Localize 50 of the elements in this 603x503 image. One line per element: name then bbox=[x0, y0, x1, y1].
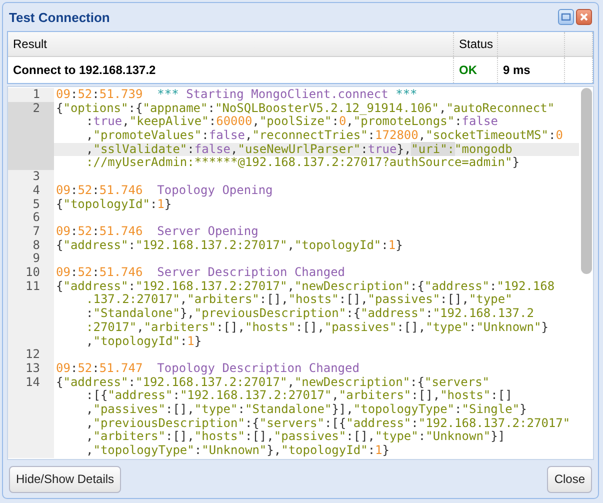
code-line: ://myUserAdmin:******@192.168.137.2:27017?authSource=admin"} bbox=[86, 155, 520, 170]
table-cell: 9 ms bbox=[503, 63, 530, 77]
line-number: 10 bbox=[26, 266, 41, 280]
line-number: 13 bbox=[26, 362, 41, 376]
line-number: 7 bbox=[32, 224, 41, 239]
code-line: 09:52:51.746 Topology Opening bbox=[56, 182, 273, 197]
code-line: 09:52:51.746 Server Opening bbox=[56, 224, 258, 238]
line-number: 2 bbox=[32, 102, 41, 116]
line-number: 8 bbox=[32, 238, 41, 252]
code-line: ,"arbiters":[],"hosts":[],"passives":[],"type":"Unknown"}] bbox=[86, 429, 506, 444]
code-line: :true,"keepAlive":60000,"poolSize":0,"promoteLongs":false bbox=[86, 114, 498, 128]
column-header: Status bbox=[459, 37, 494, 51]
code-line: 09:52:51.739 *** Starting MongoClient.connect *** bbox=[56, 87, 418, 101]
close-icon bbox=[579, 12, 589, 22]
code-line: ,"promoteValues":false,"reconnectTries":172800,"socketTimeoutMS":0 bbox=[86, 128, 563, 142]
code-line: :"Standalone"},"previousDescription":{"address":"192.168.137.2 bbox=[86, 306, 534, 320]
hide-show-details-button[interactable]: Hide/Show Details bbox=[9, 466, 122, 492]
code-line: ,"topologyId":1} bbox=[86, 334, 202, 348]
minimize-icon bbox=[561, 13, 571, 21]
line-number: 6 bbox=[32, 211, 41, 225]
column-header: Result bbox=[13, 37, 48, 51]
code-line: {"options":{"appname":"NoSQLBoosterV5.2.12_91914.106","autoReconnect" bbox=[56, 100, 555, 115]
code-line: 09:52:51.746 Server Description Changed bbox=[56, 265, 346, 280]
code-line: ,"topologyType":"Unknown"},"topologyId":1} bbox=[86, 443, 390, 458]
line-number: 11 bbox=[26, 280, 41, 294]
close-button[interactable] bbox=[576, 9, 592, 25]
code-line: .137.2:27017","arbiters":[],"hosts":[],"passives":[],"type" bbox=[86, 292, 512, 306]
scrollbar-thumb[interactable] bbox=[581, 88, 592, 274]
code-line: :27017","arbiters":[],"hosts":[],"passives":[],"type":"Unknown"} bbox=[86, 320, 548, 334]
status-cell: OK bbox=[459, 63, 477, 77]
line-number: 14 bbox=[26, 376, 41, 390]
code-line: {"address":"192.168.137.2:27017","topologyId":1} bbox=[56, 238, 403, 252]
line-number: 9 bbox=[32, 252, 41, 266]
line-number: 5 bbox=[32, 198, 41, 212]
code-line: {"address":"192.168.137.2:27017","newDescription":{"address":"192.168 bbox=[56, 278, 555, 293]
window-title: Test Connection bbox=[9, 10, 111, 24]
code-line: :[{"address":"192.168.137.2:27017","arbiters":[],"hosts":[] bbox=[86, 388, 512, 402]
line-number: 12 bbox=[26, 348, 41, 362]
line-number: 1 bbox=[32, 88, 41, 102]
code-line: {"address":"192.168.137.2:27017","newDescription":{"servers" bbox=[56, 374, 490, 389]
code-line: ,"sslValidate":false,"useNewUrlParser":true},"uri":"mongodb bbox=[86, 142, 512, 156]
code-line: {"topologyId":1} bbox=[56, 196, 172, 211]
line-number: 4 bbox=[32, 184, 41, 198]
minimize-button[interactable] bbox=[558, 9, 574, 25]
code-line: ,"previousDescription":{"servers":[{"address":"192.168.137.2:27017" bbox=[86, 416, 570, 430]
code-line: ,"passives":[],"type":"Standalone"}],"topologyType":"Single"} bbox=[86, 402, 527, 416]
table-cell: Connect to 192.168.137.2 bbox=[13, 63, 156, 77]
line-number: 3 bbox=[32, 170, 41, 184]
code-line: 09:52:51.747 Topology Description Changed bbox=[56, 360, 360, 375]
close-button[interactable]: Close bbox=[547, 466, 592, 492]
